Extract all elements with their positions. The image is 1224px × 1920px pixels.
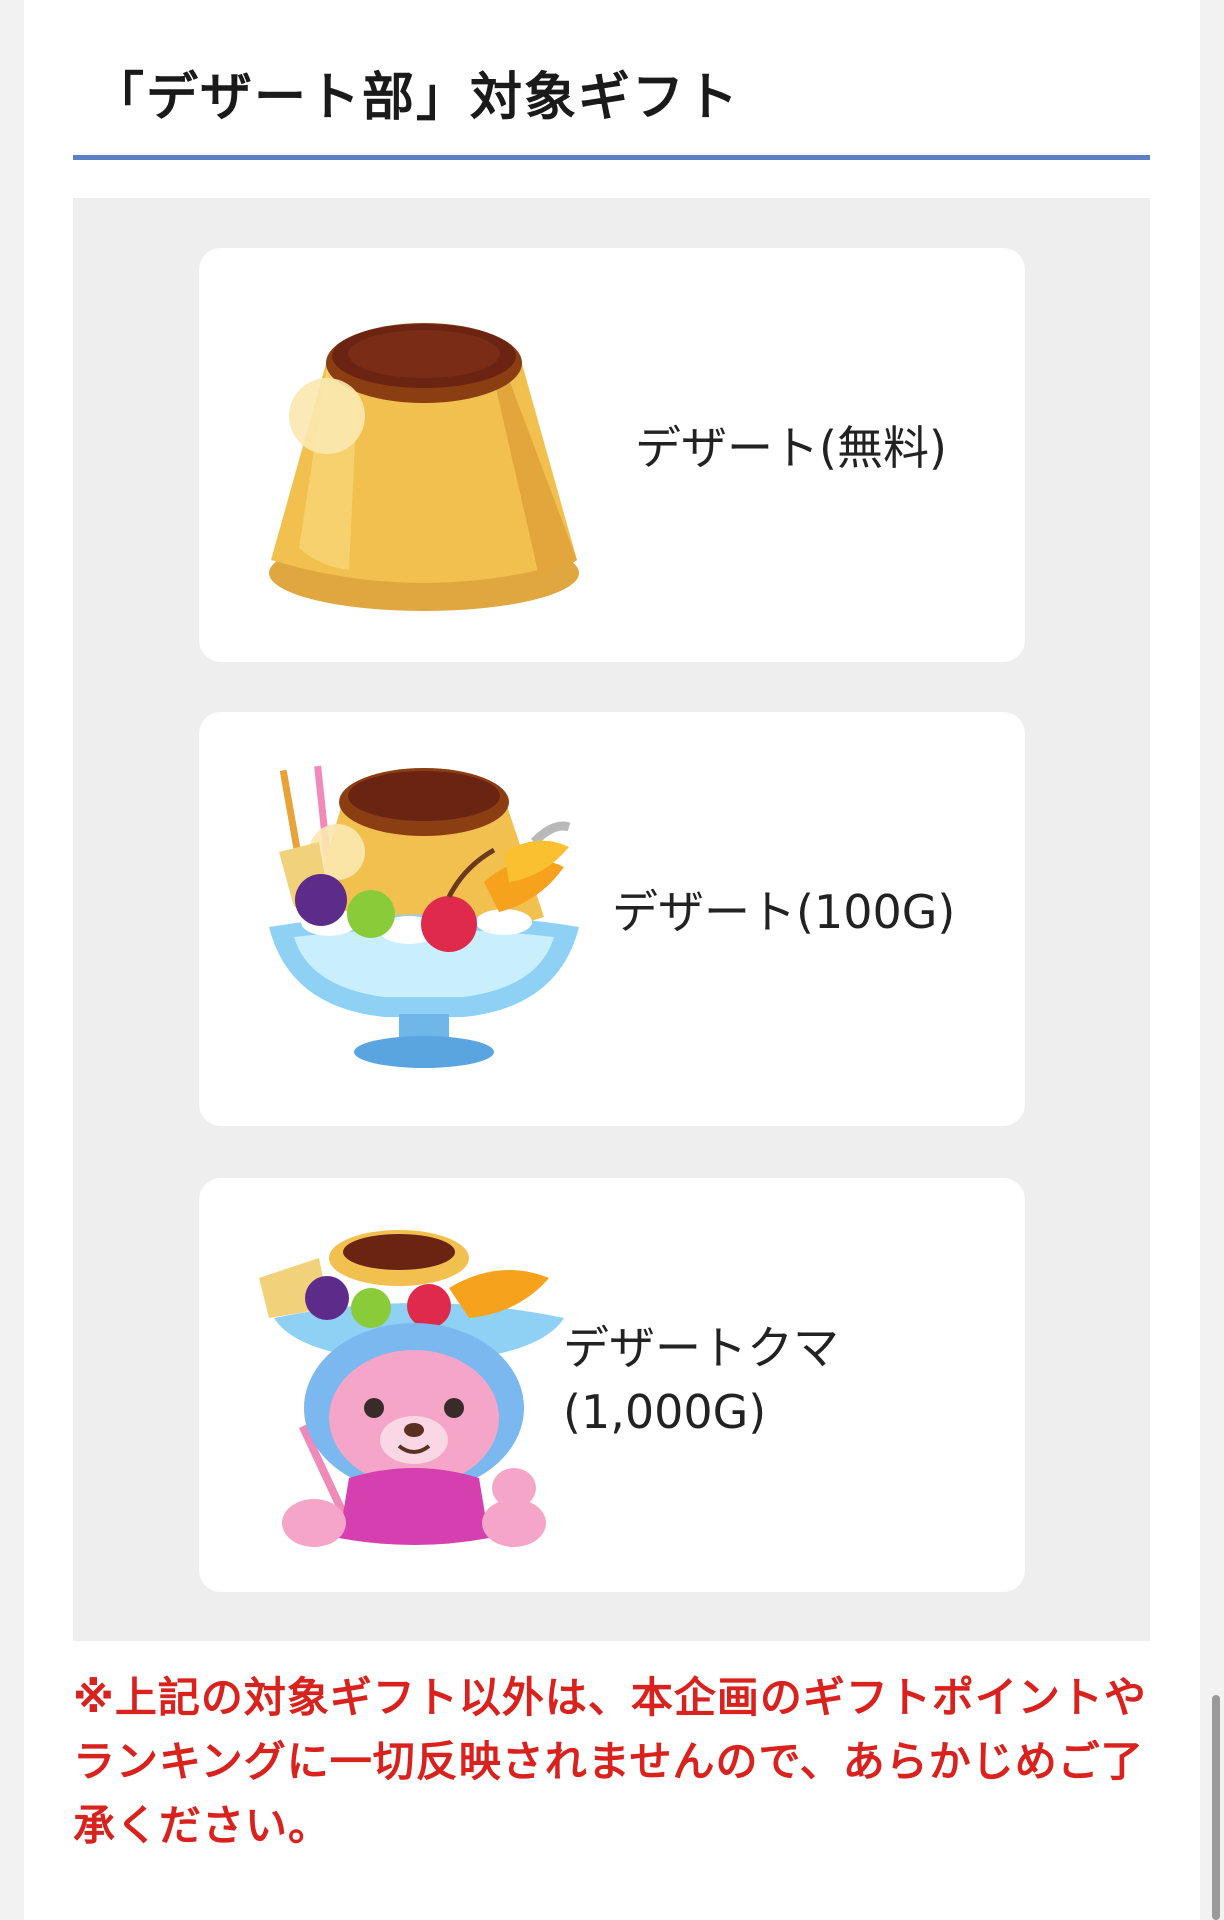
gift-label: デザート(100G) [612,885,956,939]
scrollbar[interactable] [1212,1695,1220,1920]
dessert-bear-icon [259,1230,564,1547]
title-divider [73,155,1150,160]
gift-label: デザートクマ [563,1321,839,1375]
pudding-parfait-icon [269,765,579,1068]
gift-card-dessert-100g[interactable]: デザート(100G) [199,712,1025,1126]
gift-card-dessert-free[interactable]: デザート(無料) [199,248,1025,662]
pudding-icon [269,323,579,611]
gift-label-price: (1,000G) [563,1385,767,1439]
left-margin [0,0,24,1920]
gift-label: デザート(無料) [635,421,947,475]
notice-text: ※上記の対象ギフト以外は、本企画のギフトポイントやランキングに一切反映されません… [73,1673,1147,1850]
section-title: 「デザート部」対象ギフト [92,68,741,128]
gift-card-dessert-bear-1000g[interactable]: デザートクマ (1,000G) [199,1178,1025,1592]
gift-list-panel: デザート(無料) デザート(100G) デザートクマ (1,000G) [73,198,1150,1641]
right-margin [1200,0,1224,1920]
